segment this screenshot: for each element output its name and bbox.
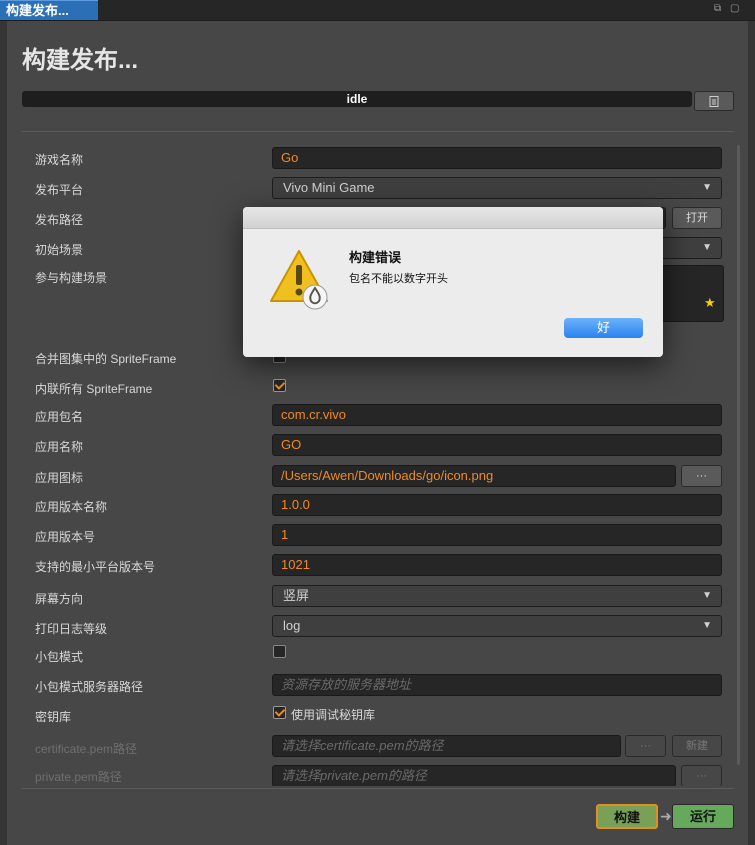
- dropdown-arrow-icon: ▼: [702, 182, 712, 193]
- dialog-titlebar[interactable]: [243, 207, 663, 229]
- page-title: 构建发布...: [22, 47, 139, 74]
- error-dialog: 构建错误 包名不能以数字开头 好: [243, 207, 663, 357]
- small-package-label: 小包模式: [35, 650, 84, 664]
- min-platform-label: 支持的最小平台版本号: [35, 560, 156, 574]
- scrollbar[interactable]: [737, 145, 740, 765]
- dialog-title: 构建错误: [349, 250, 402, 265]
- status-text: idle: [346, 92, 368, 106]
- platform-label: 发布平台: [35, 183, 84, 197]
- game-name-label: 游戏名称: [35, 153, 84, 167]
- dropdown-arrow-icon: ▼: [702, 242, 712, 253]
- game-name-input[interactable]: Go: [272, 147, 722, 169]
- inline-sprite-checkbox[interactable]: [273, 379, 286, 392]
- version-number-label: 应用版本号: [35, 530, 96, 544]
- build-path-label: 发布路径: [35, 213, 84, 227]
- tab-bar: 构建发布... ⧉ ▢: [0, 0, 755, 21]
- private-label: private.pem路径: [35, 770, 122, 784]
- build-panel: [7, 21, 748, 845]
- private-input[interactable]: 请选择private.pem的路径: [272, 765, 676, 786]
- min-platform-input[interactable]: 1021: [272, 554, 722, 576]
- build-progress-bar: idle: [22, 91, 692, 107]
- maximize-icon[interactable]: ▢: [730, 4, 740, 14]
- popout-icon[interactable]: ⧉: [714, 4, 724, 14]
- tab-build-publish[interactable]: 构建发布...: [0, 0, 98, 20]
- platform-select[interactable]: Vivo Mini Game ▼: [272, 177, 722, 199]
- warning-icon: [267, 247, 331, 316]
- package-name-label: 应用包名: [35, 410, 84, 424]
- orientation-value: 竖屏: [283, 588, 310, 603]
- browse-private-button[interactable]: ···: [681, 765, 722, 786]
- debug-keystore-label: 使用调试秘钥库: [291, 708, 376, 722]
- divider-top: [22, 131, 734, 132]
- inline-sprite-label: 内联所有 SpriteFrame: [35, 382, 153, 396]
- app-name-label: 应用名称: [35, 440, 84, 454]
- ok-button[interactable]: 好: [564, 318, 643, 338]
- package-name-input[interactable]: com.cr.vivo: [272, 404, 722, 426]
- run-button[interactable]: 运行: [672, 804, 734, 829]
- orientation-select[interactable]: 竖屏 ▼: [272, 585, 722, 607]
- certificate-label: certificate.pem路径: [35, 742, 138, 756]
- clip-row: private.pem路径 请选择private.pem的路径 ···: [0, 764, 755, 786]
- build-button[interactable]: 构建: [596, 804, 658, 829]
- log-level-value: log: [283, 618, 301, 633]
- dropdown-arrow-icon: ▼: [702, 620, 712, 631]
- open-path-button[interactable]: 打开: [672, 207, 722, 229]
- version-name-input[interactable]: 1.0.0: [272, 494, 722, 516]
- debug-keystore-checkbox[interactable]: [273, 706, 286, 719]
- merge-sprite-label: 合并图集中的 SpriteFrame: [35, 352, 177, 366]
- small-package-server-label: 小包模式服务器路径: [35, 680, 144, 694]
- app-icon-label: 应用图标: [35, 471, 84, 485]
- start-scene-label: 初始场景: [35, 243, 84, 257]
- app-name-input[interactable]: GO: [272, 434, 722, 456]
- log-level-label: 打印日志等级: [35, 622, 108, 636]
- small-package-server-input[interactable]: 资源存放的服务器地址: [272, 674, 722, 696]
- star-icon[interactable]: ★: [704, 295, 716, 311]
- keystore-label: 密钥库: [35, 710, 72, 724]
- browse-certificate-button[interactable]: ···: [625, 735, 666, 757]
- orientation-label: 屏幕方向: [35, 592, 84, 606]
- version-number-input[interactable]: 1: [272, 524, 722, 546]
- platform-value: Vivo Mini Game: [283, 180, 375, 195]
- document-icon: [709, 96, 719, 107]
- build-log-button[interactable]: [694, 91, 734, 111]
- new-certificate-button[interactable]: 新建: [672, 735, 722, 757]
- included-scenes-label: 参与构建场景: [35, 271, 108, 285]
- dialog-message: 包名不能以数字开头: [349, 273, 448, 285]
- certificate-input[interactable]: 请选择certificate.pem的路径: [272, 735, 621, 757]
- small-package-checkbox[interactable]: [273, 645, 286, 658]
- arrow-right-icon: ➜: [660, 808, 672, 824]
- browse-icon-button[interactable]: ···: [681, 465, 722, 487]
- dropdown-arrow-icon: ▼: [702, 590, 712, 601]
- log-level-select[interactable]: log ▼: [272, 615, 722, 637]
- version-name-label: 应用版本名称: [35, 500, 108, 514]
- divider-bottom: [22, 788, 734, 789]
- app-icon-input[interactable]: /Users/Awen/Downloads/go/icon.png: [272, 465, 676, 487]
